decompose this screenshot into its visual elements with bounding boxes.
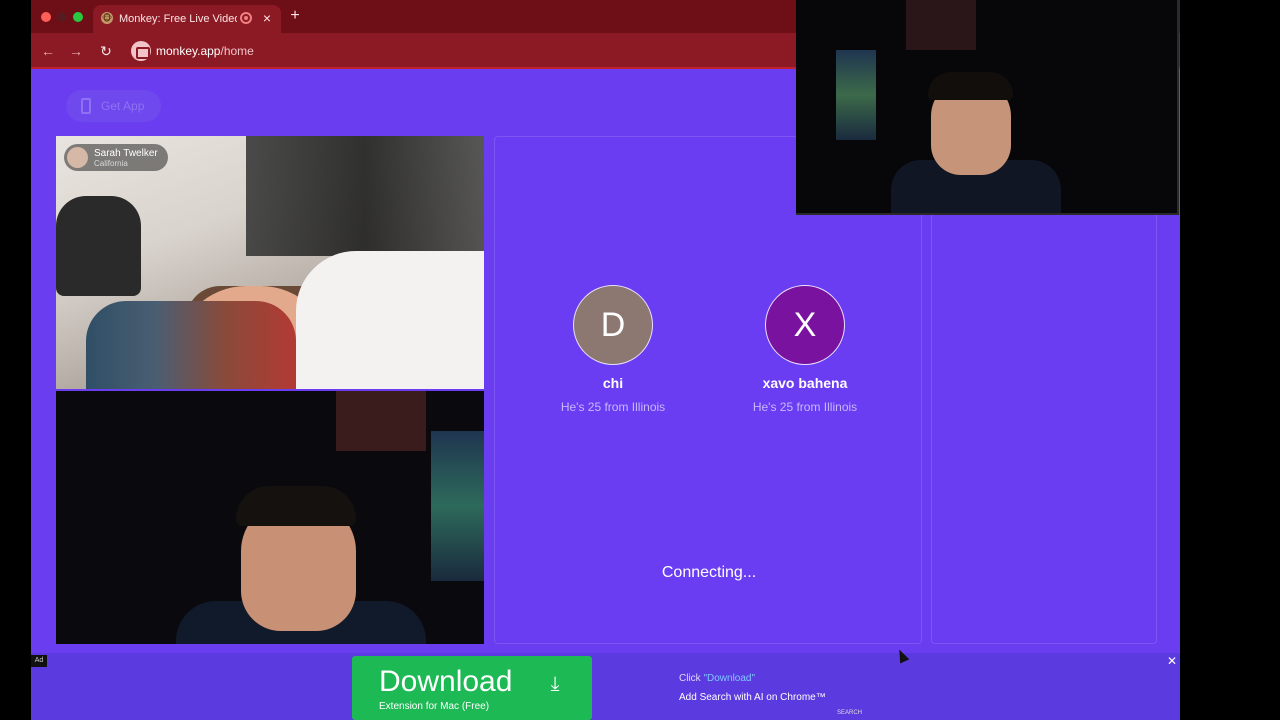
reload-button[interactable]: ↻: [98, 42, 114, 60]
ad-instruction-accent: "Download": [703, 673, 756, 684]
connection-status: Connecting...: [661, 564, 757, 581]
monkey-favicon-icon: 🐵: [101, 12, 113, 24]
match-avatar: D: [573, 285, 653, 365]
tab-title: Monkey: Free Live Video Chat: [119, 13, 237, 25]
match-name: chi: [602, 375, 624, 391]
match-name: xavo bahena: [762, 375, 848, 391]
back-button[interactable]: ←: [40, 42, 56, 60]
webcam-person-hair: [928, 72, 1013, 100]
video-blanket: [86, 301, 296, 389]
local-video: [56, 391, 484, 644]
remote-video: Sarah Twelker California: [56, 136, 484, 389]
download-icon: ⤓: [550, 673, 560, 695]
match-card-xavo-bahena[interactable]: X xavo bahena He's 25 from Illinois: [725, 285, 885, 414]
address-bar[interactable]: monkey.app/home: [156, 42, 254, 60]
new-tab-button[interactable]: +: [287, 7, 303, 25]
match-subtitle: He's 25 from Illinois: [560, 400, 666, 414]
url-domain: monkey.app: [156, 44, 221, 58]
ad-close-button[interactable]: ✕: [1165, 654, 1179, 668]
tab-monkey[interactable]: 🐵 Monkey: Free Live Video Chat ×: [93, 5, 281, 33]
webcam-overlay: [796, 0, 1179, 215]
url-path: /home: [220, 44, 254, 58]
ad-search-label: SEARCH: [837, 710, 863, 716]
tab-close-button[interactable]: ×: [259, 9, 275, 27]
ad-banner: [31, 653, 1180, 720]
remote-user-avatar: [67, 147, 88, 168]
ad-instruction-prefix: Click: [679, 673, 704, 684]
video-person-hair: [236, 486, 356, 526]
recording-icon: [240, 12, 252, 24]
video-background-object: [56, 196, 141, 296]
maximize-window-button[interactable]: [73, 12, 83, 22]
remote-user-badge[interactable]: Sarah Twelker California: [64, 144, 168, 171]
video-background-poster: [431, 431, 484, 581]
remote-user-name: Sarah Twelker: [94, 148, 158, 159]
close-window-button[interactable]: [41, 12, 51, 22]
site-info-icon[interactable]: [131, 41, 151, 61]
video-background-sign: [336, 391, 426, 451]
video-column: Sarah Twelker California: [56, 136, 484, 644]
minimize-window-button[interactable]: [57, 12, 67, 22]
webcam-background-sign: [906, 0, 976, 50]
match-subtitle: He's 25 from Illinois: [752, 400, 858, 414]
ad-instruction-1: Click "Download": [679, 672, 755, 686]
download-label: Download: [379, 665, 513, 698]
phone-icon: [81, 98, 91, 114]
forward-button[interactable]: →: [68, 42, 84, 60]
ad-tag: Ad: [31, 655, 47, 667]
download-button[interactable]: Download Extension for Mac (Free) ⤓: [352, 656, 592, 720]
match-card-chi[interactable]: D chi He's 25 from Illinois: [533, 285, 693, 414]
download-subtitle: Extension for Mac (Free): [379, 701, 490, 712]
get-app-label: Get App: [101, 99, 145, 113]
match-avatar: X: [765, 285, 845, 365]
get-app-button[interactable]: Get App: [66, 90, 161, 122]
ad-instruction-2: Add Search with AI on Chrome™: [679, 692, 826, 703]
remote-user-location: California: [94, 159, 128, 168]
